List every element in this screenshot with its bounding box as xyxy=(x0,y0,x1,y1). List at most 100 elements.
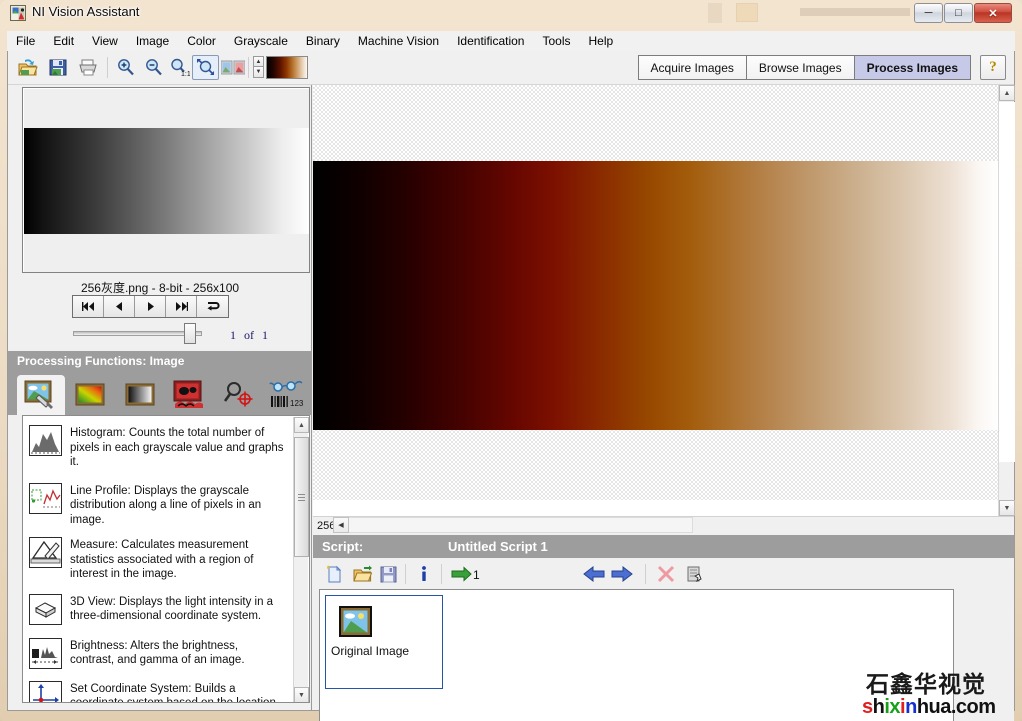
functions-scroll-up-button[interactable]: ▲ xyxy=(294,417,309,433)
new-script-button[interactable] xyxy=(321,562,347,586)
list-item-text: Histogram: Counts the total number of pi… xyxy=(70,425,285,470)
list-item[interactable]: Histogram: Counts the total number of pi… xyxy=(23,416,309,473)
window-title: NI Vision Assistant xyxy=(32,4,139,19)
set-coordinate-system-icon xyxy=(29,681,62,704)
list-item[interactable]: Measure: Calculates measurement statisti… xyxy=(23,530,309,585)
original-image-icon xyxy=(339,606,372,637)
processing-functions-list[interactable]: Histogram: Counts the total number of pi… xyxy=(22,415,310,703)
zoom-1to1-icon[interactable]: 1:1 xyxy=(166,55,193,80)
tab-machine-vision[interactable] xyxy=(215,375,263,415)
script-step-label: Original Image xyxy=(331,644,409,658)
previous-image-button[interactable] xyxy=(104,296,135,317)
functions-scroll-thumb[interactable] xyxy=(294,437,309,557)
menu-file[interactable]: File xyxy=(7,31,44,51)
image-scroll-left-button[interactable]: ◀ xyxy=(333,517,349,533)
image-vscroll-thumb[interactable] xyxy=(999,102,1015,462)
step-back-button[interactable] xyxy=(581,562,607,586)
application-window: NI Vision Assistant ─ □ ✕ File Edit View… xyxy=(0,0,1022,721)
print-icon[interactable] xyxy=(74,55,101,80)
script-info-button[interactable] xyxy=(411,562,437,586)
tab-color[interactable] xyxy=(67,375,115,415)
list-item-text: Set Coordinate System: Builds a coordina… xyxy=(70,681,285,704)
line-profile-icon xyxy=(29,483,62,514)
palette-spinner[interactable]: ▲ ▼ xyxy=(253,56,264,79)
minimize-glyph: ─ xyxy=(925,7,933,19)
script-steps-pane[interactable]: Original Image xyxy=(319,589,954,721)
image-scroll-down-button[interactable]: ▼ xyxy=(999,500,1015,516)
delete-step-button[interactable] xyxy=(653,562,679,586)
color-gradient-image[interactable] xyxy=(313,161,998,430)
list-item[interactable]: 3D View: Displays the light intensity in… xyxy=(23,585,309,628)
menu-view[interactable]: View xyxy=(83,31,127,51)
3d-view-icon xyxy=(29,594,62,625)
list-item[interactable]: Brightness: Alters the brightness, contr… xyxy=(23,628,309,672)
help-button[interactable]: ? xyxy=(980,55,1006,80)
image-display-area[interactable]: ▲ ▼ xyxy=(313,85,1014,516)
list-item-text: Brightness: Alters the brightness, contr… xyxy=(70,638,285,668)
image-index-slider-track[interactable] xyxy=(73,331,202,336)
tab-process-images[interactable]: Process Images xyxy=(854,55,971,80)
palette-spinner-down[interactable]: ▼ xyxy=(253,67,264,78)
script-toolbar-separator-3 xyxy=(645,564,646,584)
gradient-palette-preview[interactable] xyxy=(266,56,308,79)
function-name: Line Profile: xyxy=(70,485,131,497)
menu-edit[interactable]: Edit xyxy=(44,31,83,51)
script-step-original-image[interactable]: Original Image xyxy=(325,595,443,689)
list-item[interactable]: Set Coordinate System: Builds a coordina… xyxy=(23,672,309,704)
copy-step-button[interactable] xyxy=(681,562,707,586)
menu-help[interactable]: Help xyxy=(580,31,623,51)
image-index-total: 1 xyxy=(262,328,268,342)
menu-color[interactable]: Color xyxy=(178,31,225,51)
image-vertical-scrollbar[interactable]: ▲ ▼ xyxy=(998,85,1014,516)
image-preview-panel[interactable] xyxy=(22,87,310,273)
close-button[interactable]: ✕ xyxy=(974,3,1012,23)
run-once-button[interactable]: 1 xyxy=(449,562,485,586)
script-toolbar-separator-1 xyxy=(405,564,406,584)
functions-list-scrollbar[interactable]: ▲ ▼ xyxy=(293,417,308,703)
list-item-text: Line Profile: Displays the grayscale dis… xyxy=(70,483,285,528)
menu-machine-vision[interactable]: Machine Vision xyxy=(349,31,448,51)
scroll-thumb-grip xyxy=(298,497,305,498)
maximize-button[interactable]: □ xyxy=(944,3,973,23)
maximize-glyph: □ xyxy=(955,7,962,19)
svg-text:1:1: 1:1 xyxy=(181,71,190,77)
image-hscroll-track[interactable] xyxy=(349,517,693,533)
save-script-button[interactable] xyxy=(375,562,401,586)
image-compare-icon[interactable] xyxy=(219,55,246,80)
last-image-button[interactable] xyxy=(166,296,197,317)
tab-image[interactable] xyxy=(17,375,65,415)
open-image-icon[interactable] xyxy=(14,55,41,80)
zoom-fit-icon[interactable] xyxy=(192,55,219,80)
step-forward-button[interactable] xyxy=(609,562,635,586)
image-horizontal-scrollbar[interactable]: ◀ xyxy=(333,517,693,533)
menu-tools[interactable]: Tools xyxy=(533,31,579,51)
image-index-slider-thumb[interactable] xyxy=(184,323,196,344)
tab-identification[interactable]: 123 xyxy=(265,375,313,415)
menu-image[interactable]: Image xyxy=(127,31,178,51)
first-image-button[interactable] xyxy=(73,296,104,317)
script-label: Script: xyxy=(322,535,363,558)
list-item[interactable]: Line Profile: Displays the grayscale dis… xyxy=(23,473,309,531)
loop-images-button[interactable] xyxy=(197,296,228,317)
title-bar: NI Vision Assistant ─ □ ✕ xyxy=(0,0,1022,27)
image-scroll-up-button[interactable]: ▲ xyxy=(999,85,1015,101)
open-script-button[interactable] xyxy=(349,562,375,586)
processing-functions-header: Processing Functions: Image xyxy=(8,351,312,372)
tab-binary[interactable] xyxy=(166,375,214,415)
functions-scroll-down-button[interactable]: ▼ xyxy=(294,687,309,703)
next-image-button[interactable] xyxy=(135,296,166,317)
script-toolbar: 1 xyxy=(313,558,1014,589)
tab-acquire-images[interactable]: Acquire Images xyxy=(638,55,746,80)
function-name: Measure: xyxy=(70,539,118,551)
palette-spinner-up[interactable]: ▲ xyxy=(253,56,264,67)
zoom-out-icon[interactable] xyxy=(140,55,167,80)
save-image-icon[interactable] xyxy=(44,55,71,80)
histogram-icon xyxy=(29,425,62,456)
zoom-in-icon[interactable] xyxy=(112,55,139,80)
menu-grayscale[interactable]: Grayscale xyxy=(225,31,297,51)
menu-identification[interactable]: Identification xyxy=(448,31,533,51)
tab-browse-images[interactable]: Browse Images xyxy=(746,55,854,80)
tab-grayscale[interactable] xyxy=(116,375,164,415)
menu-binary[interactable]: Binary xyxy=(297,31,349,51)
minimize-button[interactable]: ─ xyxy=(914,3,943,23)
